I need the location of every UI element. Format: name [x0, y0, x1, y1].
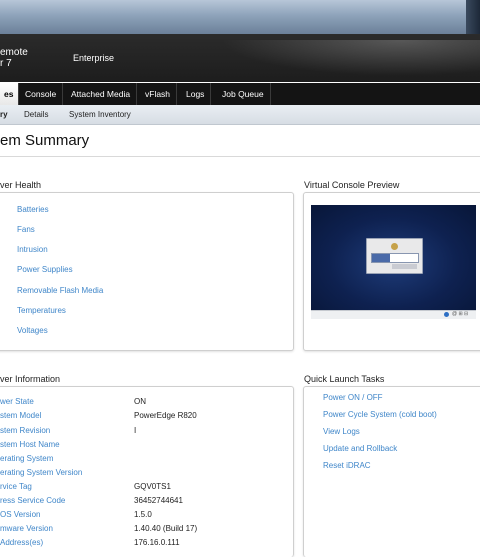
health-row-batteries: Batteries [0, 205, 287, 219]
info-label-system-revision: stem Revision [0, 426, 51, 435]
browser-chrome-bar [0, 0, 480, 34]
health-row-temperatures: Temperatures [0, 306, 287, 320]
subtab-details[interactable]: Details [24, 105, 48, 124]
info-label-system-host-name: stem Host Name [0, 440, 60, 449]
title-divider [0, 156, 480, 157]
info-value-system-revision: I [134, 426, 137, 435]
info-label-bios-version: OS Version [0, 510, 41, 519]
quick-launch-power-cycle[interactable]: Power Cycle System (cold boot) [323, 410, 437, 419]
info-label-os-version: erating System Version [0, 468, 83, 477]
server-health-panel: Batteries Fans Intrusion Power Supplies … [0, 192, 294, 351]
console-preview-status-text: @ ⊞ ⊟ [452, 311, 469, 317]
health-link-power-supplies[interactable]: Power Supplies [17, 265, 73, 274]
console-preview-statusbar: @ ⊞ ⊟ [311, 310, 476, 319]
quick-launch-power-on-off[interactable]: Power ON / OFF [323, 393, 383, 402]
tab-logs[interactable]: Logs [180, 83, 212, 105]
app-header [0, 34, 480, 82]
health-link-removable-flash-media[interactable]: Removable Flash Media [17, 286, 103, 295]
health-link-temperatures[interactable]: Temperatures [17, 306, 66, 315]
health-link-intrusion[interactable]: Intrusion [17, 245, 48, 254]
tab-attached-media[interactable]: Attached Media [65, 83, 138, 105]
health-row-fans: Fans [0, 225, 287, 239]
info-label-operating-system: erating System [0, 454, 54, 463]
subtab-summary[interactable]: ry [0, 105, 8, 124]
server-health-title: ver Health [0, 180, 42, 190]
server-info-title: ver Information [0, 374, 61, 384]
health-row-power-supplies: Power Supplies [0, 265, 287, 279]
quick-launch-update-rollback[interactable]: Update and Rollback [323, 444, 397, 453]
brand-line-1: emote [0, 47, 28, 58]
tab-console[interactable]: Console [19, 83, 64, 105]
health-link-fans[interactable]: Fans [17, 225, 35, 234]
tab-vflash[interactable]: vFlash [139, 83, 178, 105]
health-row-voltages: Voltages [0, 326, 287, 340]
login-field-thumbnail [371, 253, 419, 263]
info-value-service-tag: GQV0TS1 [134, 482, 171, 491]
info-value-power-state: ON [134, 397, 146, 406]
page-title: em Summary [0, 132, 90, 149]
dialog-buttons-thumbnail [392, 264, 417, 269]
health-link-voltages[interactable]: Voltages [17, 326, 48, 335]
login-dialog-thumbnail [366, 238, 423, 274]
quick-launch-reset-idrac[interactable]: Reset iDRAC [323, 461, 371, 470]
health-link-batteries[interactable]: Batteries [17, 205, 49, 214]
sub-tab-bar: ry Details System Inventory [0, 105, 480, 125]
info-label-system-model: stem Model [0, 411, 42, 420]
edition-label: Enterprise [73, 53, 115, 63]
info-value-express-service-code: 36452744641 [134, 496, 183, 505]
console-preview-title: Virtual Console Preview [304, 180, 400, 190]
info-value-firmware-version: 1.40.40 (Build 17) [134, 524, 198, 533]
info-icon[interactable] [444, 312, 449, 317]
info-label-power-state: wer State [0, 397, 34, 406]
health-row-removable-flash-media: Removable Flash Media [0, 286, 287, 300]
console-preview-screen[interactable] [311, 205, 476, 310]
info-label-ip-addresses: Address(es) [0, 538, 44, 547]
os-logo-icon [391, 243, 398, 250]
tab-properties[interactable]: es [0, 83, 19, 105]
window-edge [466, 0, 480, 34]
tab-job-queue[interactable]: Job Queue [216, 83, 271, 105]
main-tab-bar: es Console Attached Media vFlash Logs Jo… [0, 83, 480, 106]
info-value-ip-addresses: 176.16.0.111 [134, 538, 180, 547]
quick-launch-view-logs[interactable]: View Logs [323, 427, 360, 436]
info-label-firmware-version: mware Version [0, 524, 53, 533]
info-value-system-model: PowerEdge R820 [134, 411, 197, 420]
info-value-bios-version: 1.5.0 [134, 510, 152, 519]
health-row-intrusion: Intrusion [0, 245, 287, 259]
info-label-service-tag: rvice Tag [0, 482, 32, 491]
subtab-system-inventory[interactable]: System Inventory [69, 105, 131, 124]
quick-launch-title: Quick Launch Tasks [304, 374, 385, 384]
header-swoosh [190, 40, 480, 82]
brand-line-2: r 7 [0, 58, 12, 69]
info-label-express-service-code: ress Service Code [0, 496, 66, 505]
